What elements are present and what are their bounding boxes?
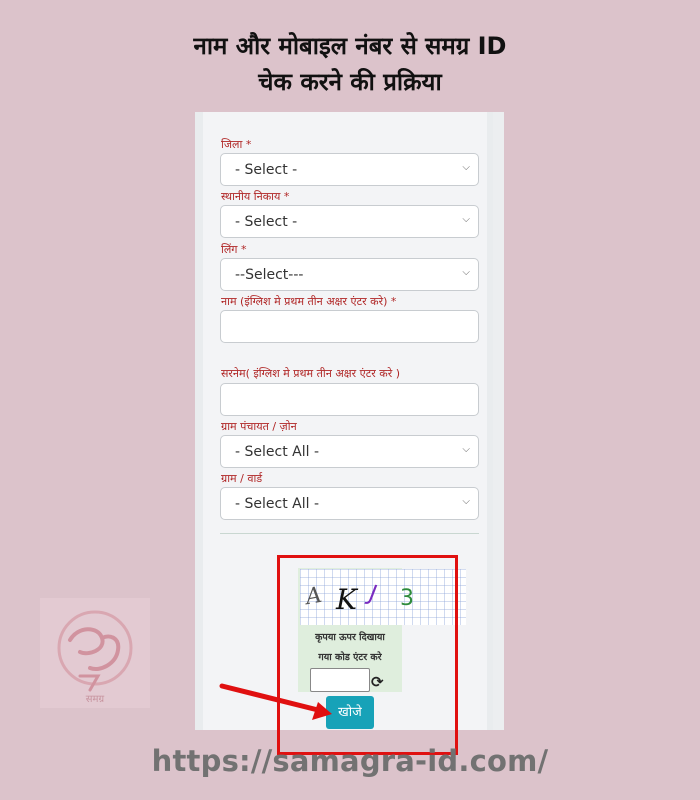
local-body-select-value: - Select -: [235, 214, 298, 230]
chevron-down-icon: ⌵: [462, 444, 470, 455]
gender-select-value: --Select---: [235, 267, 304, 283]
chevron-down-icon: ⌵: [462, 214, 470, 225]
highlight-box: [277, 555, 458, 755]
pointer-arrow-icon: [219, 683, 332, 720]
gram-panchayat-select[interactable]: - Select All - ⌵: [220, 435, 479, 468]
heading-line-1: नाम और मोबाइल नंबर से समग्र ID: [193, 32, 507, 60]
chevron-down-icon: ⌵: [462, 162, 470, 173]
scroll-gutter: [493, 112, 504, 730]
name-input[interactable]: [220, 310, 479, 343]
logo-caption: समग्र: [86, 694, 105, 705]
surname-input[interactable]: [220, 383, 479, 416]
village-label: ग्राम / वार्ड: [221, 472, 263, 485]
chevron-down-icon: ⌵: [462, 496, 470, 507]
district-select-value: - Select -: [235, 162, 298, 178]
gram-panchayat-label: ग्राम पंचायत / ज़ोन: [221, 420, 297, 433]
district-select[interactable]: - Select - ⌵: [220, 153, 479, 186]
village-select[interactable]: - Select All - ⌵: [220, 487, 479, 520]
gram-panchayat-select-value: - Select All -: [235, 444, 319, 460]
chevron-down-icon: ⌵: [462, 267, 470, 278]
gender-select[interactable]: --Select--- ⌵: [220, 258, 479, 291]
local-body-select[interactable]: - Select - ⌵: [220, 205, 479, 238]
samagra-logo: समग्र: [40, 598, 150, 708]
district-label: जिला *: [221, 138, 252, 151]
local-body-label: स्थानीय निकाय *: [221, 190, 290, 203]
heading-line-2: चेक करने की प्रक्रिया: [258, 68, 442, 96]
name-label: नाम (इंग्लिश मे प्रथम तीन अक्षर एंटर करे…: [221, 295, 397, 308]
village-select-value: - Select All -: [235, 496, 319, 512]
gender-label: लिंग *: [221, 243, 247, 256]
page-heading: नाम और मोबाइल नंबर से समग्र ID चेक करने …: [0, 28, 700, 100]
form-divider: [220, 533, 479, 534]
surname-label: सरनेम( इंग्लिश मे प्रथम तीन अक्षर एंटर क…: [221, 367, 400, 380]
footer-url: https://samagra-id.com/: [151, 744, 549, 778]
